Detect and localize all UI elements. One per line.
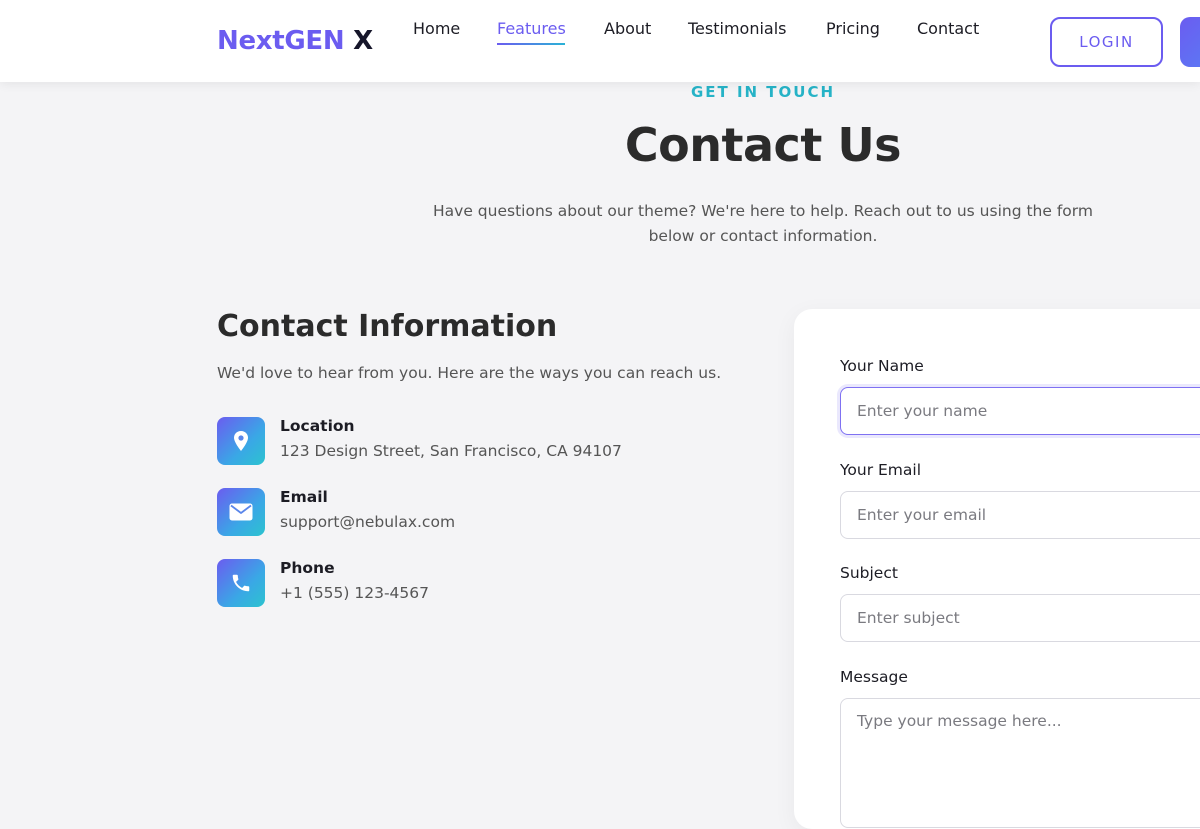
subject-label: Subject xyxy=(840,564,898,582)
contact-item-label: Location xyxy=(280,417,355,435)
contact-item-location: Location 123 Design Street, San Francisc… xyxy=(217,417,737,467)
subject-input[interactable] xyxy=(840,594,1200,642)
nav-testimonials[interactable]: Testimonials xyxy=(688,19,787,38)
page-title: Contact Us xyxy=(624,118,902,172)
signup-button-partial[interactable] xyxy=(1180,17,1200,67)
login-button[interactable]: LOGIN xyxy=(1050,17,1163,67)
logo-suffix: X xyxy=(353,26,373,56)
logo[interactable]: NextGEN X xyxy=(217,26,373,56)
message-textarea[interactable] xyxy=(840,698,1200,828)
contact-info-title: Contact Information xyxy=(217,309,558,344)
message-label: Message xyxy=(840,668,908,686)
name-label: Your Name xyxy=(840,357,924,375)
contact-item-email: Email support@nebulax.com xyxy=(217,488,737,538)
nav-active-underline xyxy=(497,43,565,45)
contact-item-value: 123 Design Street, San Francisco, CA 941… xyxy=(280,442,622,460)
contact-item-phone: Phone +1 (555) 123-4567 xyxy=(217,559,737,609)
location-pin-icon xyxy=(217,417,265,465)
contact-item-label: Email xyxy=(280,488,328,506)
nav-home[interactable]: Home xyxy=(413,19,460,38)
nav-pricing[interactable]: Pricing xyxy=(826,19,880,38)
email-input[interactable] xyxy=(840,491,1200,539)
name-input[interactable] xyxy=(840,387,1200,435)
contact-item-value[interactable]: support@nebulax.com xyxy=(280,513,455,531)
nav-features[interactable]: Features xyxy=(497,19,566,38)
contact-item-label: Phone xyxy=(280,559,335,577)
contact-info-intro: We'd love to hear from you. Here are the… xyxy=(217,364,722,382)
nav-contact[interactable]: Contact xyxy=(917,19,979,38)
logo-brand: NextGEN xyxy=(217,26,345,56)
contact-item-value[interactable]: +1 (555) 123-4567 xyxy=(280,584,429,602)
section-eyebrow: GET IN TOUCH xyxy=(690,83,836,101)
phone-icon xyxy=(217,559,265,607)
section-lead: Have questions about our theme? We're he… xyxy=(433,202,1093,245)
nav-about[interactable]: About xyxy=(604,19,651,38)
site-header: NextGEN X Home Features About Testimonia… xyxy=(0,0,1200,82)
email-label: Your Email xyxy=(840,461,922,479)
envelope-icon xyxy=(217,488,265,536)
